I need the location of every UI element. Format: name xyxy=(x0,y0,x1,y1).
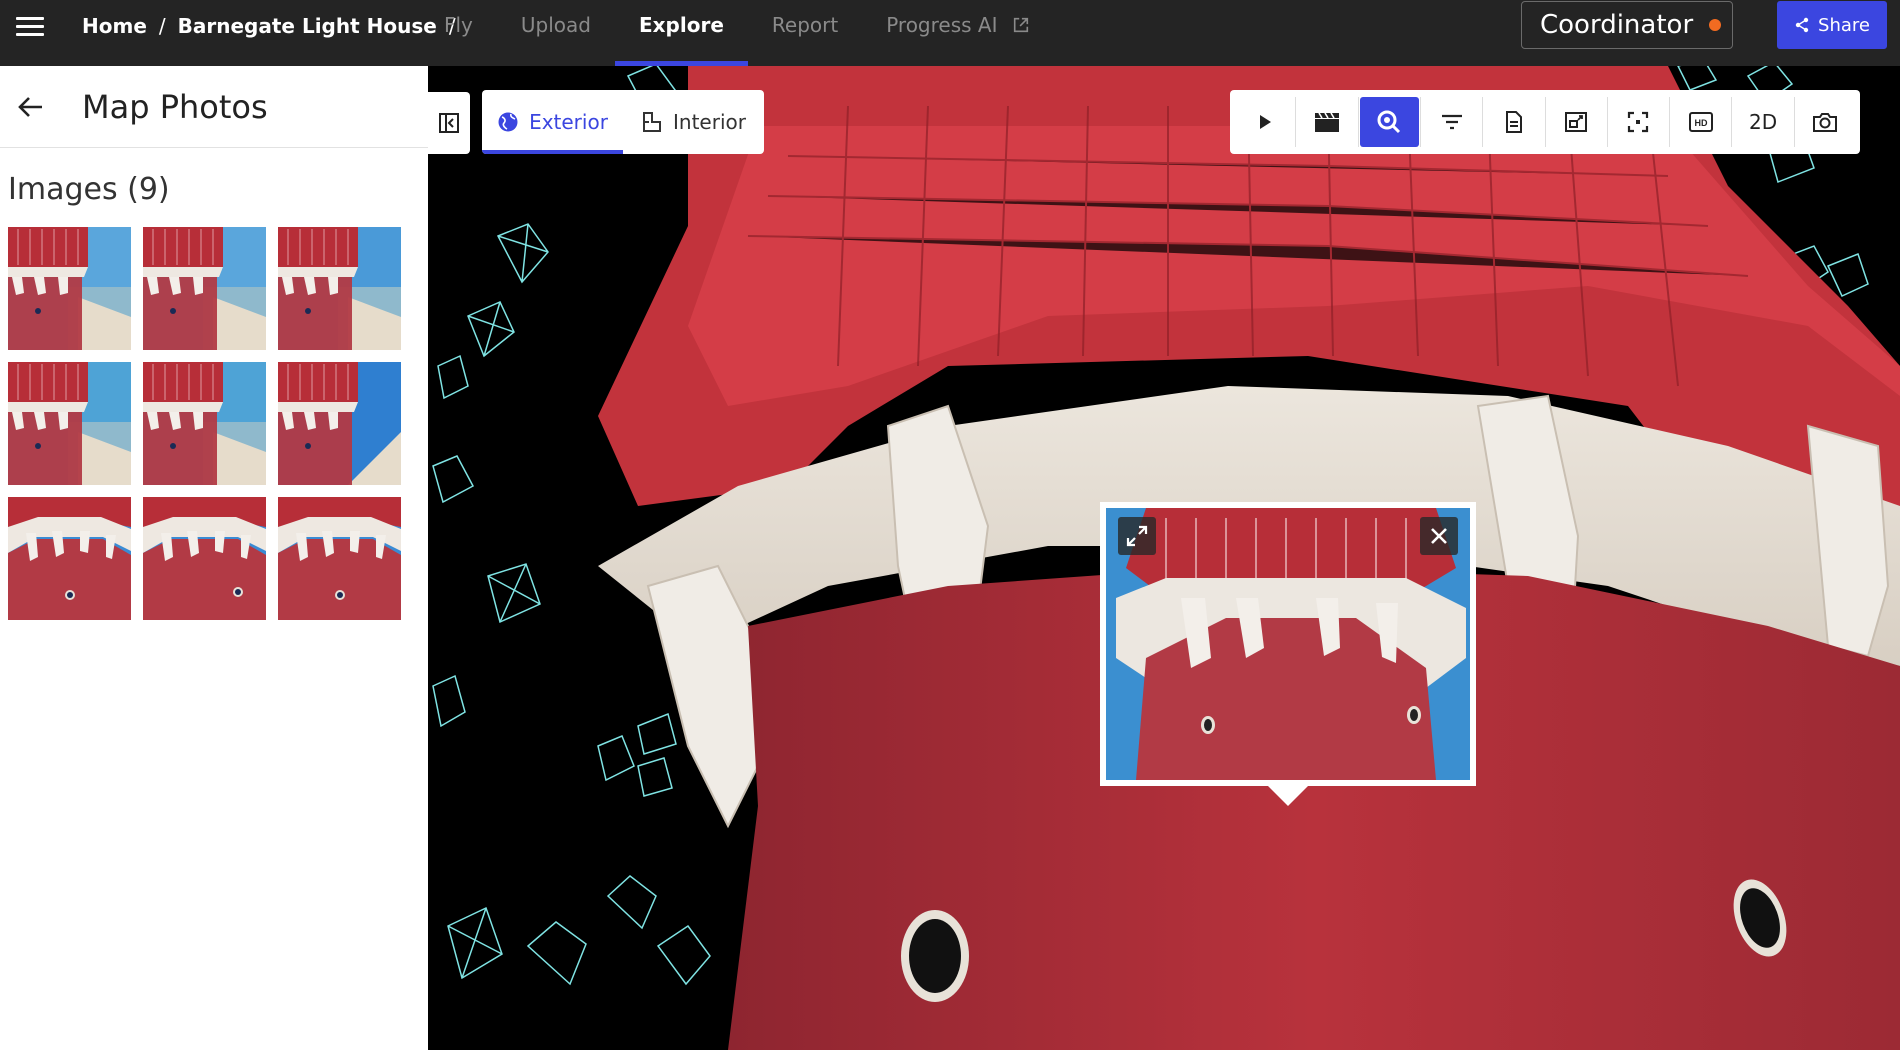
photo-thumbnail[interactable] xyxy=(278,362,401,485)
role-selector[interactable]: Coordinator xyxy=(1521,1,1733,49)
breadcrumb-home[interactable]: Home xyxy=(82,14,147,38)
viewer-toolbar: HD 2D xyxy=(1230,90,1860,154)
close-photo-button[interactable] xyxy=(1420,517,1458,555)
role-label: Coordinator xyxy=(1540,10,1694,40)
photo-thumbnail[interactable] xyxy=(8,497,131,620)
filter-icon xyxy=(1441,114,1462,130)
share-label: Share xyxy=(1818,14,1870,36)
hd-icon: HD xyxy=(1688,112,1713,132)
zoom-icon xyxy=(1377,110,1401,134)
share-button[interactable]: Share xyxy=(1777,1,1887,49)
camera-icon xyxy=(1813,113,1838,132)
panel-title: Map Photos xyxy=(82,87,268,126)
photo-thumbnail[interactable] xyxy=(8,362,131,485)
collapse-panel-icon xyxy=(439,113,459,133)
2d-button[interactable]: 2D xyxy=(1733,97,1792,147)
play-button[interactable] xyxy=(1235,97,1294,147)
photo-thumbnail[interactable] xyxy=(143,227,266,350)
tab-upload[interactable]: Upload xyxy=(497,0,615,66)
photo-thumbnail[interactable] xyxy=(278,497,401,620)
photo-preview-image[interactable] xyxy=(1106,508,1470,780)
tab-progress-ai[interactable]: Progress AI xyxy=(862,0,1054,66)
zoom-button[interactable] xyxy=(1359,97,1419,147)
interior-toggle[interactable]: Interior xyxy=(623,90,764,154)
photo-thumbnail[interactable] xyxy=(143,497,266,620)
share-icon xyxy=(1795,17,1809,33)
status-dot xyxy=(1709,19,1722,31)
breadcrumb: Home / Barnegate Light House / xyxy=(82,14,456,38)
collapse-panel-button[interactable] xyxy=(428,92,470,154)
document-button[interactable] xyxy=(1484,97,1543,147)
view-mode-toggle: Exterior Interior xyxy=(482,90,764,154)
hamburger-menu-icon[interactable] xyxy=(16,12,46,42)
main-nav-tabs: Fly Upload Explore Report Progress AI xyxy=(420,0,1054,66)
play-icon xyxy=(1259,115,1271,129)
images-heading: Images (9) xyxy=(8,172,170,207)
popup-pointer xyxy=(1268,786,1308,806)
map-photos-panel: Map Photos Images (9) xyxy=(0,66,428,1050)
camera-button[interactable] xyxy=(1796,97,1855,147)
breadcrumb-separator: / xyxy=(158,14,166,38)
expand-photo-button[interactable] xyxy=(1118,517,1156,555)
floorplan-icon xyxy=(643,112,662,132)
tab-fly[interactable]: Fly xyxy=(420,0,497,66)
photo-thumbnail[interactable] xyxy=(143,362,266,485)
hd-button[interactable]: HD xyxy=(1671,97,1730,147)
tab-report[interactable]: Report xyxy=(748,0,862,66)
photo-thumbnail[interactable] xyxy=(278,227,401,350)
tab-explore[interactable]: Explore xyxy=(614,0,748,66)
document-icon xyxy=(1505,111,1522,133)
thumbnail-grid xyxy=(8,227,428,620)
exterior-label: Exterior xyxy=(529,110,608,134)
resize-icon xyxy=(1565,112,1588,132)
external-link-icon xyxy=(1013,17,1028,33)
clapperboard-icon xyxy=(1314,112,1339,132)
resize-button[interactable] xyxy=(1546,97,1605,147)
panel-header: Map Photos xyxy=(0,66,428,148)
clapperboard-button[interactable] xyxy=(1297,97,1356,147)
top-bar: Home / Barnegate Light House / Fly Uploa… xyxy=(0,0,1900,66)
focus-button[interactable] xyxy=(1609,97,1668,147)
focus-icon xyxy=(1628,111,1649,133)
photo-thumbnail[interactable] xyxy=(8,227,131,350)
2d-label: 2D xyxy=(1748,110,1778,134)
globe-icon xyxy=(498,112,518,132)
close-icon xyxy=(1431,528,1447,544)
exterior-toggle[interactable]: Exterior xyxy=(482,90,623,154)
breadcrumb-project[interactable]: Barnegate Light House xyxy=(178,14,437,38)
expand-icon xyxy=(1126,525,1148,547)
interior-label: Interior xyxy=(673,110,746,134)
back-arrow-icon[interactable] xyxy=(16,92,46,122)
svg-text:HD: HD xyxy=(1694,118,1707,128)
filter-button[interactable] xyxy=(1422,97,1481,147)
